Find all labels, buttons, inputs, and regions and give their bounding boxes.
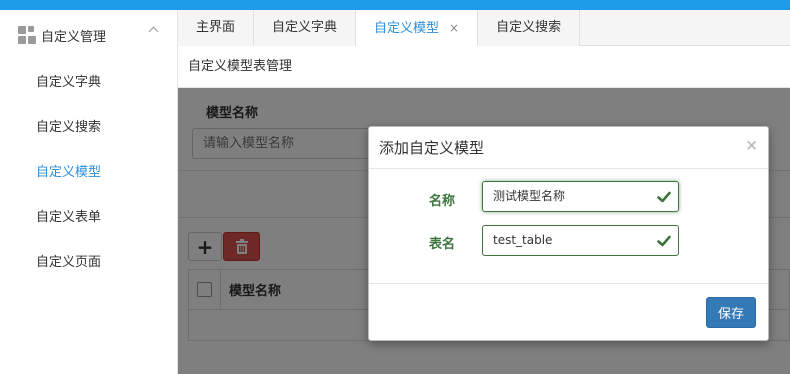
- tab-model[interactable]: 自定义模型 ×: [356, 10, 479, 47]
- sidebar-item-dictionary[interactable]: 自定义字典: [0, 60, 177, 105]
- table-name-field[interactable]: test_table: [482, 225, 679, 256]
- sidebar: 自定义管理 自定义字典 自定义搜索 自定义模型 自定义表单 自定义页面: [0, 10, 178, 374]
- tab-label: 主界面: [196, 20, 236, 35]
- sidebar-item-page[interactable]: 自定义页面: [0, 240, 177, 285]
- tab-home[interactable]: 主界面: [178, 10, 255, 46]
- name-label: 名称: [428, 194, 455, 209]
- close-icon[interactable]: ×: [449, 21, 459, 35]
- page-title: 自定义模型表管理: [178, 46, 790, 88]
- tab-bar: 主界面 自定义字典 自定义模型 × 自定义搜索: [178, 10, 790, 47]
- tab-dictionary[interactable]: 自定义字典: [254, 10, 357, 46]
- tab-label: 自定义模型: [374, 21, 440, 36]
- save-button[interactable]: 保存: [706, 297, 756, 328]
- grid-icon: [18, 26, 36, 44]
- tab-label: 自定义字典: [272, 20, 338, 35]
- chevron-up-icon: [148, 26, 159, 37]
- sidebar-item-model[interactable]: 自定义模型: [0, 150, 177, 195]
- table-name-label: 表名: [428, 237, 455, 252]
- dialog-header: 添加自定义模型 ×: [369, 127, 768, 169]
- top-accent-bar: [0, 0, 790, 10]
- sidebar-item-form[interactable]: 自定义表单: [0, 195, 177, 240]
- check-icon: [657, 235, 671, 247]
- name-field[interactable]: 测试模型名称: [482, 181, 679, 212]
- sidebar-item-search[interactable]: 自定义搜索: [0, 105, 177, 150]
- dialog-title: 添加自定义模型: [379, 139, 485, 157]
- add-model-dialog: 添加自定义模型 × 名称 测试模型名称 表名 test_table 保存: [368, 126, 769, 341]
- close-icon[interactable]: ×: [745, 136, 758, 154]
- check-icon: [657, 191, 671, 203]
- tab-label: 自定义搜索: [496, 20, 562, 35]
- tab-search[interactable]: 自定义搜索: [478, 10, 581, 46]
- sidebar-group-title: 自定义管理: [41, 29, 107, 45]
- divider: [369, 283, 768, 284]
- sidebar-group-header[interactable]: 自定义管理: [0, 10, 177, 60]
